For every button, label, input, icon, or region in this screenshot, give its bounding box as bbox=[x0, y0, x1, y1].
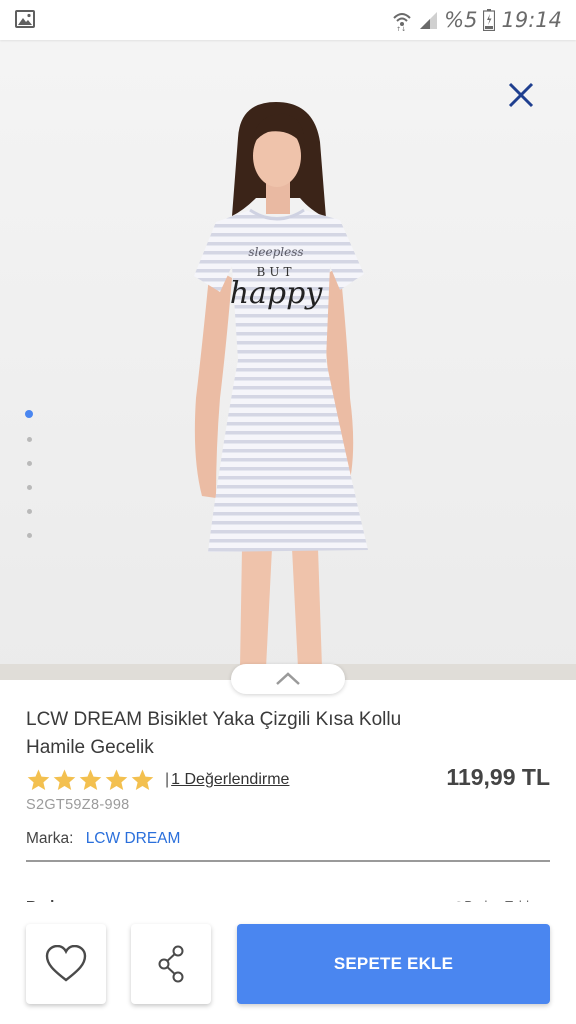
status-bar: ↑↓ %5 19:14 bbox=[0, 0, 576, 40]
battery-level: %5 bbox=[444, 8, 478, 32]
gallery-dot[interactable] bbox=[25, 410, 33, 418]
product-sku: S2GT59Z8-998 bbox=[26, 797, 130, 813]
gallery-dot[interactable] bbox=[26, 533, 32, 538]
close-button[interactable] bbox=[504, 78, 538, 112]
shirt-print-line3: happy bbox=[230, 276, 324, 311]
add-to-cart-button[interactable]: SEPETE EKLE bbox=[237, 924, 550, 1004]
rating-row: | 1 Değerlendirme bbox=[26, 768, 289, 792]
star-icon bbox=[79, 769, 102, 790]
gallery-pagination bbox=[24, 410, 34, 557]
action-bar: SEPETE EKLE bbox=[0, 902, 576, 1024]
close-icon[interactable] bbox=[504, 78, 538, 112]
clock: 19:14 bbox=[501, 8, 562, 32]
chevron-up-icon bbox=[276, 672, 300, 685]
expand-details-handle[interactable] bbox=[231, 664, 345, 694]
share-icon bbox=[158, 945, 184, 983]
star-icon bbox=[53, 769, 76, 790]
product-info: LCW DREAM Bisiklet Yaka Çizgili Kısa Kol… bbox=[0, 680, 576, 920]
heart-icon bbox=[45, 945, 87, 982]
battery-icon bbox=[483, 9, 496, 31]
divider bbox=[26, 860, 550, 862]
brand-link[interactable]: LCW DREAM bbox=[86, 830, 181, 847]
star-icon bbox=[105, 769, 128, 790]
product-image-gallery[interactable]: sleepless BUT happy bbox=[0, 40, 576, 680]
signal-icon bbox=[418, 10, 438, 30]
product-title: LCW DREAM Bisiklet Yaka Çizgili Kısa Kol… bbox=[26, 709, 402, 758]
star-icon bbox=[27, 769, 50, 790]
star-icon bbox=[131, 769, 154, 790]
wifi-icon: ↑↓ bbox=[392, 9, 412, 31]
shirt-print-line1: sleepless bbox=[248, 245, 303, 259]
rating-separator: | bbox=[165, 771, 170, 788]
svg-text:↑↓: ↑↓ bbox=[396, 26, 406, 31]
rating-stars bbox=[26, 768, 155, 792]
brand-label: Marka: bbox=[26, 830, 74, 847]
gallery-dot[interactable] bbox=[26, 509, 32, 514]
product-price: 119,99 TL bbox=[446, 764, 550, 790]
product-photo: sleepless BUT happy bbox=[194, 102, 368, 668]
favorite-button[interactable] bbox=[26, 924, 106, 1004]
brand-row: Marka: LCW DREAM bbox=[26, 830, 180, 848]
gallery-dot[interactable] bbox=[26, 485, 32, 490]
gallery-dot[interactable] bbox=[26, 437, 32, 442]
share-button[interactable] bbox=[131, 924, 211, 1004]
image-icon bbox=[14, 9, 36, 29]
reviews-link[interactable]: 1 Değerlendirme bbox=[171, 771, 289, 789]
gallery-dot[interactable] bbox=[26, 461, 32, 466]
